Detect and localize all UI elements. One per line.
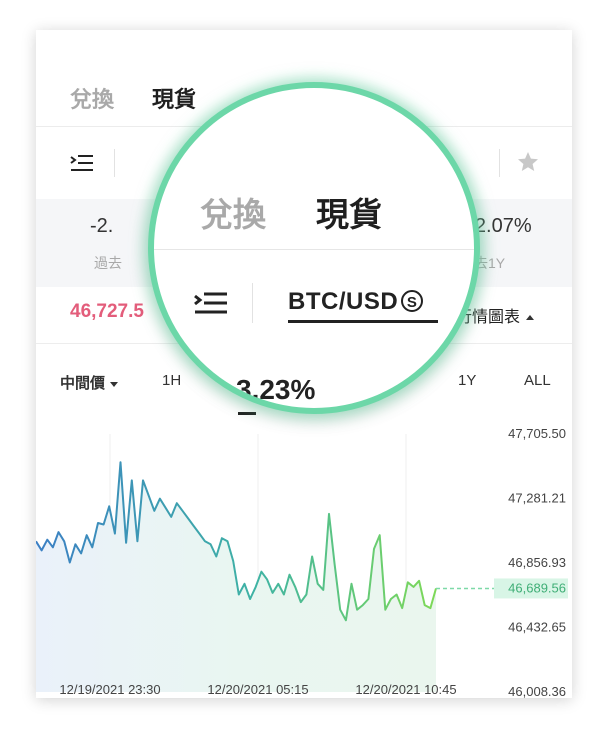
x-tick-label-2: 12/20/2021 10:45 (355, 682, 456, 697)
current-price: 46,727.5 (70, 301, 144, 322)
magnified-menu-lines-icon[interactable] (194, 290, 228, 316)
range-1h[interactable]: 1H (162, 372, 181, 389)
magnified-divider (154, 249, 474, 250)
star-separator (499, 149, 500, 177)
magnified-tab-exchange[interactable]: 兌換 (200, 188, 266, 236)
pair-underline (288, 320, 438, 323)
spot-badge-icon: S (401, 290, 424, 312)
price-type-label: 中間價 (60, 375, 106, 392)
pair-symbol: BTC/USD (288, 288, 399, 315)
star-icon[interactable] (516, 150, 540, 174)
magnified-tab-spot[interactable]: 現貨 (316, 188, 382, 236)
range-1y[interactable]: 1Y (458, 372, 476, 389)
stat-caption-short: 過去 (94, 255, 122, 271)
y-tick-label-2: 46,856.93 (508, 555, 566, 570)
price-type-dropdown[interactable]: 中間價 (60, 372, 119, 393)
y-tick-label-3: 46,432.65 (508, 619, 566, 634)
tab-spot[interactable]: 現貨 (152, 82, 196, 114)
y-tick-label-0: 47,705.50 (508, 426, 566, 441)
exchange-panel: 兌換 現貨 -2. 過去 -102.07% 過去1Y 46,727.5 行情圖表… (36, 30, 572, 698)
price-chart[interactable]: 47,705.50 47,281.21 46,856.93 46,432.65 46,0… (36, 416, 572, 698)
stat-change-short: -2. (90, 215, 114, 237)
magnifier-lens: 兌換 現貨 BTC/USD S 3.23% (148, 82, 480, 414)
y-tick-label-1: 47,281.21 (508, 491, 566, 506)
magnified-change-percent: 3.23% (236, 374, 316, 405)
x-tick-label-0: 12/19/2021 23:30 (59, 682, 160, 697)
pair-selector[interactable]: BTC/USD S (288, 288, 424, 316)
x-tick-label-1: 12/20/2021 05:15 (207, 682, 308, 697)
tab-exchange[interactable]: 兌換 (70, 82, 114, 114)
magnified-separator (252, 283, 253, 323)
pair-separator (114, 149, 115, 177)
current-price-label: 46,689.56 (508, 580, 566, 595)
menu-lines-icon[interactable] (70, 153, 94, 173)
range-all[interactable]: ALL (524, 372, 551, 389)
caret-down-icon (110, 381, 119, 387)
caret-up-icon (526, 315, 535, 321)
y-tick-label-4: 46,008.36 (508, 684, 566, 698)
range-selected-indicator (238, 412, 256, 415)
